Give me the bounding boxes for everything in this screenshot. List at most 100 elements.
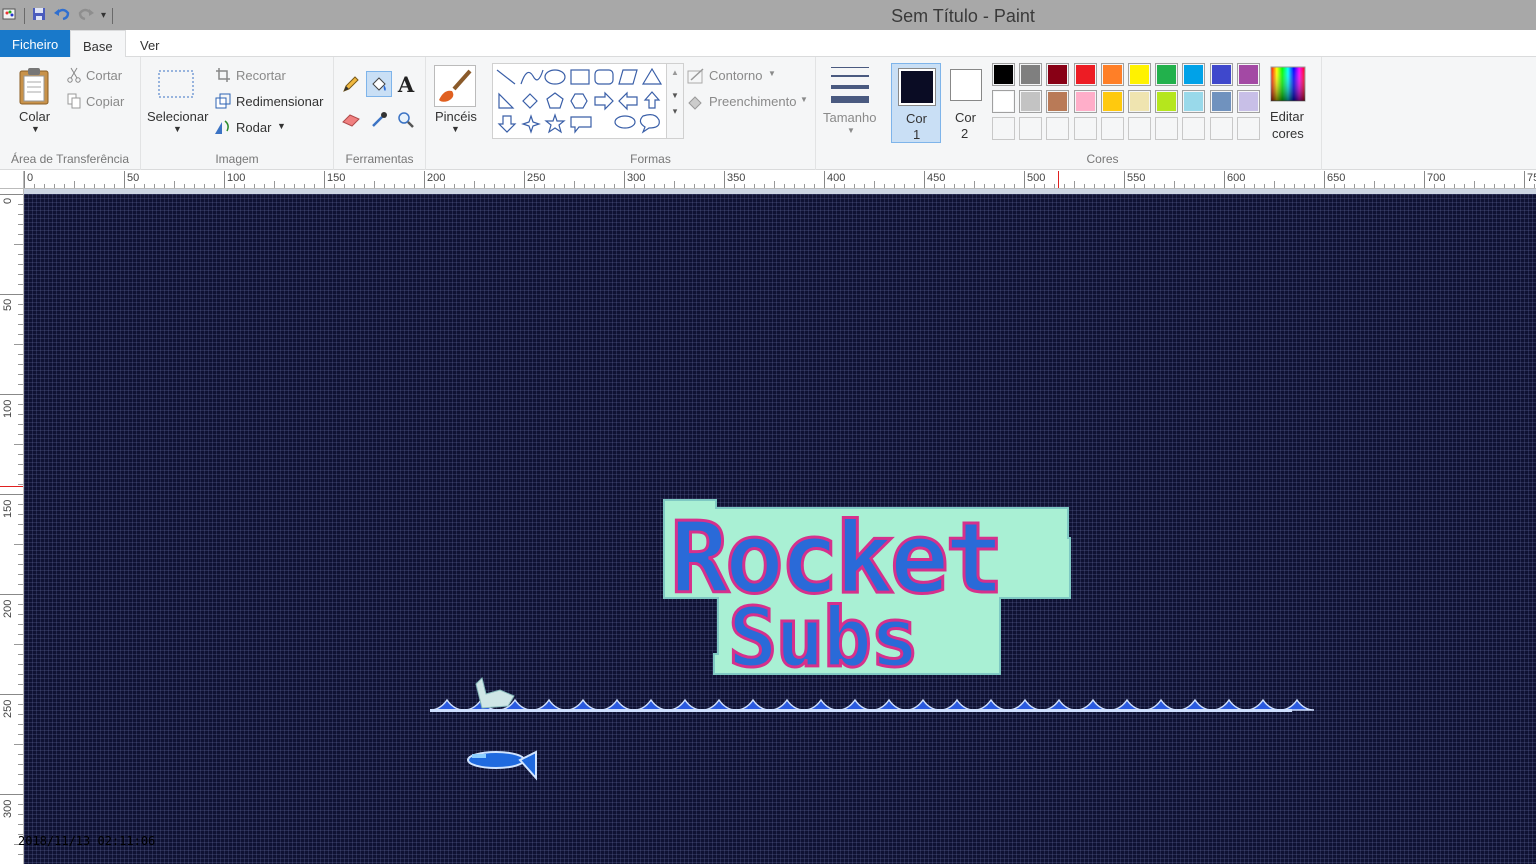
select-dropdown-icon[interactable]: ▼ [173, 124, 182, 134]
rotate-icon [212, 118, 232, 136]
fill-button[interactable]: Preenchimento [709, 94, 796, 109]
group-clipboard: Colar ▼ Cortar Copiar Área de Transferên… [0, 57, 141, 170]
palette-swatch[interactable] [1128, 63, 1151, 86]
edit-colors-label-2[interactable]: cores [1272, 126, 1304, 141]
palette-swatch[interactable] [1019, 117, 1043, 140]
cut-button[interactable]: Cortar [86, 68, 122, 83]
shapes-scroll[interactable]: ▲ ▼ ▾ [666, 63, 684, 139]
palette-swatch[interactable] [1209, 117, 1233, 140]
palette-swatch[interactable] [1100, 90, 1124, 113]
palette-swatch[interactable] [1128, 117, 1151, 140]
palette-swatch[interactable] [1046, 90, 1070, 113]
palette-swatch[interactable] [1209, 63, 1233, 86]
fill-shape-icon [686, 93, 706, 111]
ruler-h-minor-tick [174, 181, 175, 188]
ruler-h-minor-tick [974, 181, 975, 188]
ruler-v-major-tick [0, 694, 23, 695]
color2-button[interactable]: Cor 2 [944, 63, 988, 143]
fill-icon[interactable] [366, 71, 392, 97]
color2-label: Cor [955, 110, 976, 125]
wave-segment [1007, 698, 1043, 711]
shapes-scroll-down-icon[interactable]: ▼ [667, 91, 683, 100]
palette-swatch[interactable] [1182, 63, 1206, 86]
paste-dropdown-icon[interactable]: ▼ [31, 124, 40, 134]
ruler-h-minor-tick [1174, 181, 1175, 188]
brushes-button[interactable]: Pincéis [435, 109, 477, 124]
palette-swatch[interactable] [1128, 90, 1151, 113]
palette-swatch[interactable] [992, 117, 1015, 140]
palette-swatch[interactable] [1019, 63, 1043, 86]
rotate-button[interactable]: Rodar [236, 120, 271, 135]
copy-button[interactable]: Copiar [86, 94, 124, 109]
ruler-h-minor-tick [1074, 181, 1075, 188]
fill-dropdown-icon[interactable]: ▼ [800, 95, 808, 104]
palette-swatch[interactable] [1100, 63, 1124, 86]
palette-swatch[interactable] [992, 63, 1015, 86]
color1-button[interactable]: Cor 1 [891, 63, 941, 143]
paste-label[interactable]: Colar [19, 109, 50, 124]
color1-swatch [898, 68, 936, 106]
outline-dropdown-icon[interactable]: ▼ [768, 69, 776, 78]
tab-view[interactable]: Ver [128, 30, 172, 58]
ruler-h-cursor-marker [1058, 171, 1059, 188]
ruler-v-minor-tick [14, 244, 23, 245]
palette-swatch[interactable] [1182, 90, 1206, 113]
outline-button[interactable]: Contorno [709, 68, 762, 83]
shapes-scroll-up-icon[interactable]: ▲ [667, 68, 683, 77]
palette-swatch[interactable] [1236, 63, 1260, 86]
brushes-dropdown-icon[interactable]: ▼ [451, 124, 460, 134]
shapes-gallery-grid[interactable] [493, 64, 685, 140]
shapes-expand-icon[interactable]: ▾ [667, 106, 683, 117]
wave-segment [905, 698, 941, 711]
wave-segment [599, 698, 635, 711]
ruler-v-label: 200 [2, 599, 14, 618]
size-dropdown-icon[interactable]: ▼ [847, 126, 855, 135]
palette-swatch[interactable] [1046, 63, 1070, 86]
color-picker-icon[interactable] [368, 109, 390, 131]
palette-swatch[interactable] [1100, 117, 1124, 140]
paste-button[interactable] [14, 65, 54, 107]
size-icon[interactable] [830, 67, 870, 103]
edit-colors-icon[interactable] [1269, 65, 1307, 103]
ruler-h-minor-tick [874, 181, 875, 188]
tab-home[interactable]: Base [70, 30, 126, 58]
pencil-icon[interactable] [340, 73, 362, 95]
text-tool-icon[interactable]: A [395, 72, 417, 97]
size-button[interactable]: Tamanho [823, 110, 876, 125]
ruler-h-label: 100 [227, 172, 246, 184]
palette-swatch[interactable] [1209, 90, 1233, 113]
palette-swatch[interactable] [1046, 117, 1070, 140]
magnifier-icon[interactable] [395, 109, 417, 131]
ruler-h-label: 250 [527, 172, 546, 184]
crop-button[interactable]: Recortar [236, 68, 286, 83]
palette-swatch[interactable] [1182, 117, 1206, 140]
crop-icon [214, 66, 232, 84]
palette-swatch[interactable] [1155, 117, 1179, 140]
palette-swatch[interactable] [1236, 117, 1260, 140]
palette-swatch[interactable] [1236, 90, 1260, 113]
palette-swatch[interactable] [1155, 90, 1179, 113]
palette-swatch[interactable] [992, 90, 1015, 113]
palette-swatch[interactable] [1073, 63, 1097, 86]
rotate-dropdown-icon[interactable]: ▼ [277, 121, 286, 131]
resize-button[interactable]: Redimensionar [236, 94, 323, 109]
palette-swatch[interactable] [1155, 63, 1179, 86]
palette-swatch[interactable] [1073, 117, 1097, 140]
tab-file[interactable]: Ficheiro [0, 30, 70, 57]
shapes-group-label: Formas [630, 152, 671, 166]
color1-number: 1 [913, 127, 921, 142]
canvas[interactable]: Rocket Subs [24, 194, 1536, 864]
wave-segment [667, 698, 703, 711]
vertical-ruler: 0 50 100 150 200 250 300 [0, 189, 24, 864]
ruler-corner [0, 171, 24, 189]
select-icon[interactable] [157, 69, 195, 99]
edit-colors-label[interactable]: Editar [1270, 109, 1304, 124]
palette-swatch[interactable] [1073, 90, 1097, 113]
brush-icon[interactable] [434, 65, 476, 107]
select-button[interactable]: Selecionar [147, 109, 208, 124]
palette-swatch[interactable] [1019, 90, 1043, 113]
ruler-h-label: 550 [1127, 172, 1146, 184]
wave-segment [565, 698, 601, 711]
ruler-v-minor-tick [14, 444, 23, 445]
eraser-icon[interactable] [340, 109, 362, 131]
